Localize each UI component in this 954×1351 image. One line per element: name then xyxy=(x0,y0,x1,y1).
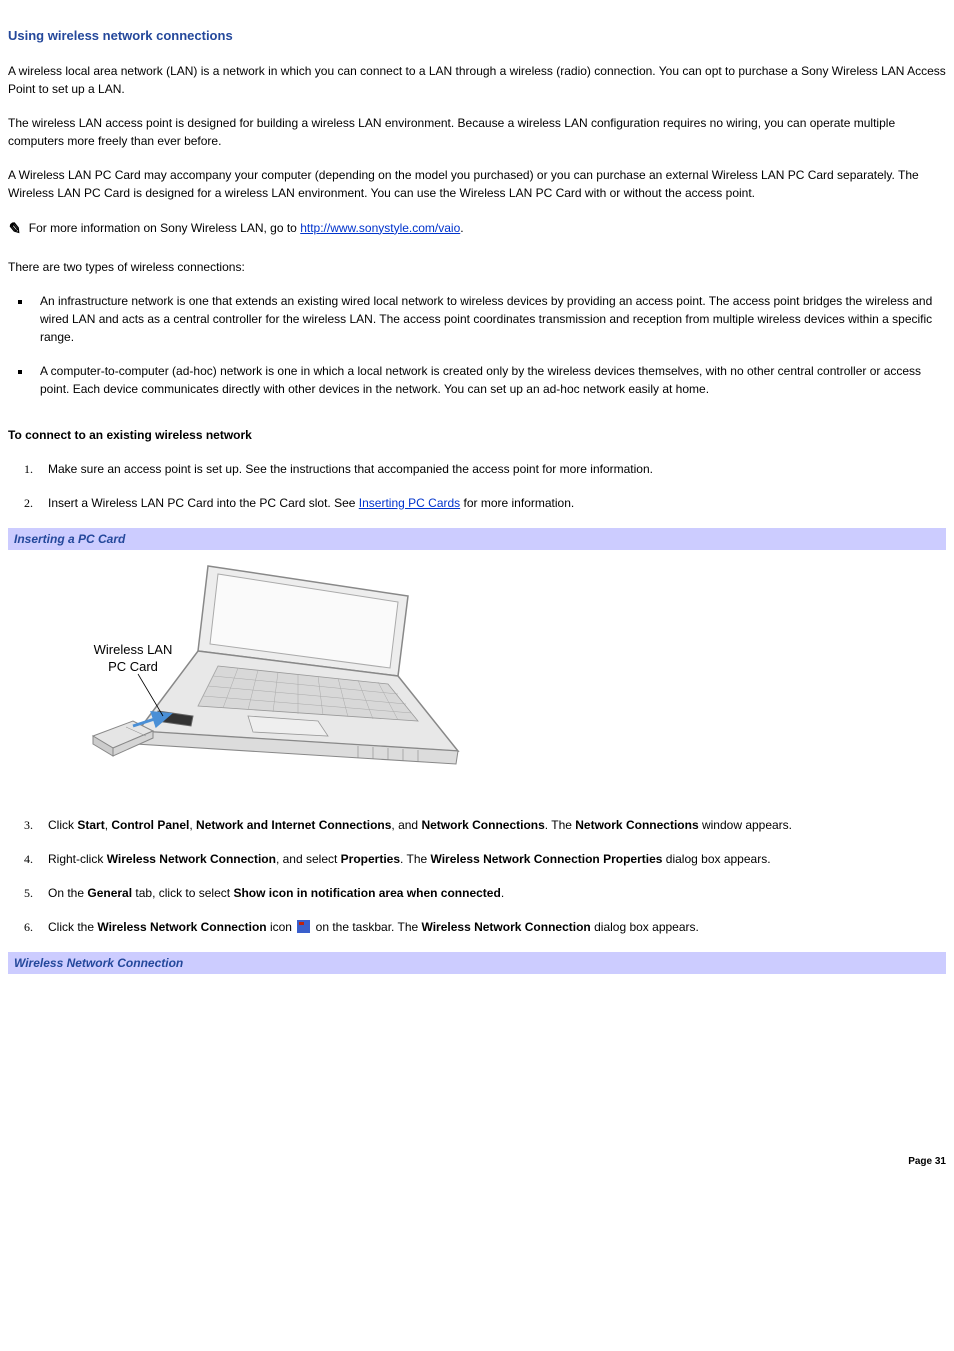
step-item: 3.Click Start, Control Panel, Network an… xyxy=(8,816,946,834)
paragraph: There are two types of wireless connecti… xyxy=(8,258,946,276)
note-paragraph: ✎ For more information on Sony Wireless … xyxy=(8,218,946,242)
list-item: A computer-to-computer (ad-hoc) network … xyxy=(32,362,946,398)
step-item: 2.Insert a Wireless LAN PC Card into the… xyxy=(8,494,946,512)
list-item: An infrastructure network is one that ex… xyxy=(32,292,946,346)
inserting-pc-cards-link[interactable]: Inserting PC Cards xyxy=(359,496,460,510)
steps-list-continued: 3.Click Start, Control Panel, Network an… xyxy=(8,816,946,936)
page-number: Page 31 xyxy=(8,1154,946,1169)
bullet-list: An infrastructure network is one that ex… xyxy=(8,292,946,398)
paragraph: A wireless local area network (LAN) is a… xyxy=(8,62,946,98)
sonystyle-link[interactable]: http://www.sonystyle.com/vaio xyxy=(300,221,460,235)
pencil-note-icon: ✎ xyxy=(6,218,24,242)
figure-label: Wireless LAN xyxy=(94,642,173,657)
figure-caption: Inserting a PC Card xyxy=(8,528,946,550)
step-number: 2. xyxy=(24,494,33,512)
step-item: 5.On the General tab, click to select Sh… xyxy=(8,884,946,902)
step-number: 5. xyxy=(24,884,33,902)
figure-area: Wireless LAN PC Card xyxy=(8,550,946,816)
step-item: 4.Right-click Wireless Network Connectio… xyxy=(8,850,946,868)
note-suffix: . xyxy=(460,221,463,235)
step-item: 6.Click the Wireless Network Connection … xyxy=(8,918,946,936)
figure-label: PC Card xyxy=(108,659,158,674)
wireless-connection-icon xyxy=(297,920,310,933)
step-number: 4. xyxy=(24,850,33,868)
paragraph: The wireless LAN access point is designe… xyxy=(8,114,946,150)
step-number: 3. xyxy=(24,816,33,834)
steps-list: 1.Make sure an access point is set up. S… xyxy=(8,460,946,512)
laptop-illustration: Wireless LAN PC Card xyxy=(78,556,478,796)
note-text: For more information on Sony Wireless LA… xyxy=(29,221,300,235)
step-number: 6. xyxy=(24,918,33,936)
paragraph: A Wireless LAN PC Card may accompany you… xyxy=(8,166,946,202)
figure-caption: Wireless Network Connection xyxy=(8,952,946,974)
step-item: 1.Make sure an access point is set up. S… xyxy=(8,460,946,478)
sub-heading: To connect to an existing wireless netwo… xyxy=(8,426,946,444)
section-heading: Using wireless network connections xyxy=(8,26,946,46)
step-number: 1. xyxy=(24,460,33,478)
